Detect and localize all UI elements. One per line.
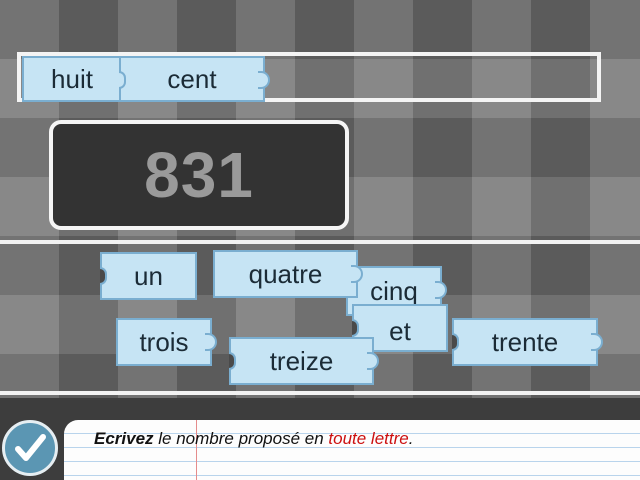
instruction-end: . — [408, 429, 414, 448]
tile-label: cinq — [370, 275, 418, 306]
choice-tile-quatre[interactable]: quatre — [213, 250, 363, 298]
tile-notch — [100, 267, 107, 285]
tile-label: huit — [51, 63, 93, 94]
tile-label: treize — [269, 345, 334, 376]
instruction-text: Ecrivez le nombre proposé en toute lettr… — [94, 429, 413, 449]
number-value: 831 — [144, 139, 254, 211]
tile-label: et — [389, 316, 411, 346]
tile-notch — [229, 352, 236, 370]
tile-label: cent — [167, 63, 217, 94]
top-divider — [0, 240, 640, 244]
tile-label: trois — [139, 326, 189, 357]
tile-notch — [452, 333, 459, 351]
bottom-divider — [0, 391, 640, 395]
tile-label: un — [134, 260, 163, 291]
instruction-verb: Ecrivez — [94, 429, 154, 448]
check-icon — [15, 434, 46, 461]
choice-tile-treize[interactable]: treize — [229, 337, 379, 385]
tile-notch — [352, 319, 359, 337]
tile-label: quatre — [248, 258, 323, 289]
choice-tile-un[interactable]: un — [100, 252, 197, 300]
choice-tile-trois[interactable]: trois — [116, 318, 217, 366]
validate-button[interactable] — [2, 420, 58, 476]
number-display: 831 — [49, 120, 349, 230]
choice-tile-trente[interactable]: trente — [452, 318, 603, 366]
tile-notch — [119, 71, 126, 89]
tile-label: trente — [491, 326, 559, 357]
answer-tile-cent[interactable]: cent — [119, 56, 270, 102]
answer-tile-huit[interactable]: huit — [22, 56, 122, 102]
instruction-highlight: toute lettre — [328, 429, 409, 448]
instruction-middle: le nombre proposé en — [153, 429, 329, 448]
